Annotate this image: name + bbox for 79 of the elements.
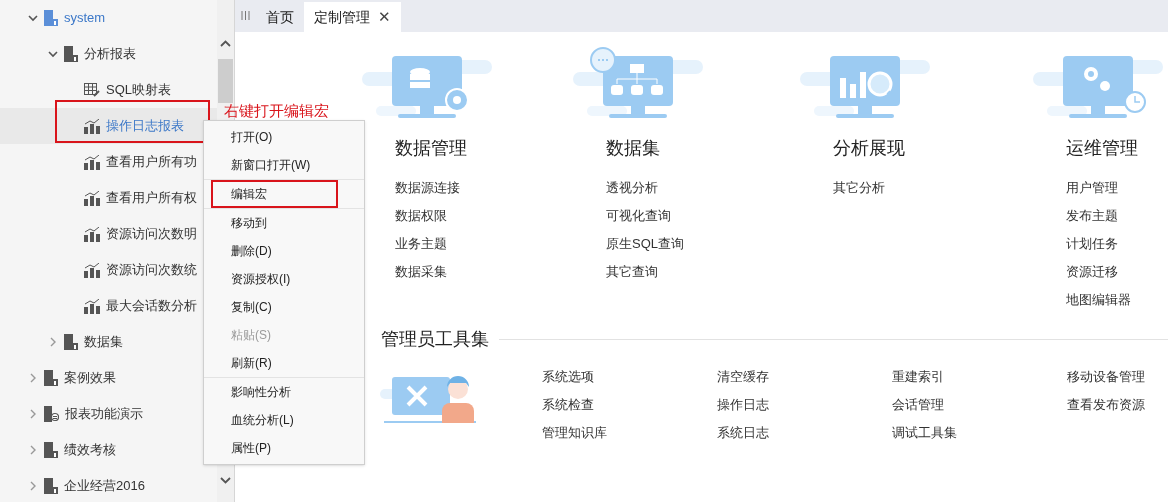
card-link[interactable]: 数据采集: [395, 262, 573, 290]
card-link[interactable]: 发布主题: [1066, 206, 1168, 234]
chevron-down-icon[interactable]: [220, 477, 231, 484]
tree-label: 查看用户所有权: [106, 189, 197, 208]
folder-icon: [44, 478, 58, 494]
tree-label: 数据集: [84, 333, 123, 352]
tool-link[interactable]: 管理知识库: [542, 423, 717, 451]
folder-icon: [44, 370, 58, 386]
chevron-right-icon: [29, 409, 37, 419]
card-link[interactable]: 业务主题: [395, 234, 573, 262]
tool-link[interactable]: 移动设备管理: [1067, 367, 1168, 395]
card-link[interactable]: 计划任务: [1066, 234, 1168, 262]
chevron-up-icon[interactable]: [220, 40, 231, 47]
tree-label: SQL映射表: [106, 81, 171, 100]
folder-icon: [44, 406, 59, 422]
close-icon[interactable]: ✕: [378, 5, 391, 29]
card-link[interactable]: 数据源连接: [395, 178, 573, 206]
tab[interactable]: 首页: [256, 2, 304, 32]
menu-icon[interactable]: [241, 11, 250, 20]
tree-label: 报表功能演示: [65, 405, 143, 424]
tool-link[interactable]: 重建索引: [892, 367, 1067, 395]
tool-link[interactable]: 系统检查: [542, 395, 717, 423]
folder-icon: [64, 46, 78, 62]
tree-item[interactable]: 企业经营2016: [0, 468, 217, 502]
tree-item[interactable]: 分析报表: [0, 36, 217, 72]
tab[interactable]: 定制管理 ✕: [304, 2, 401, 32]
card-link[interactable]: 可视化查询: [606, 206, 800, 234]
card-link[interactable]: 原生SQL查询: [606, 234, 800, 262]
card-link[interactable]: 透视分析: [606, 178, 800, 206]
tree-item[interactable]: 操作日志报表: [0, 108, 217, 144]
tree-label: 分析报表: [84, 45, 136, 64]
card-title: 数据管理: [395, 137, 468, 160]
bar-chart-icon: [84, 298, 100, 314]
bar-chart-icon: [84, 262, 100, 278]
tool-link[interactable]: 操作日志: [717, 395, 892, 423]
tree-item[interactable]: system: [0, 0, 217, 36]
card-title: 数据集: [606, 137, 661, 160]
folder-icon: [44, 442, 58, 458]
chevron-right-icon: [29, 481, 37, 491]
card-link[interactable]: 地图编辑器: [1066, 290, 1168, 318]
table-icon: [84, 83, 100, 97]
bar-chart-icon: [84, 118, 100, 134]
menu-item[interactable]: 编辑宏: [213, 182, 336, 206]
tool-link[interactable]: 清空缓存: [717, 367, 892, 395]
bar-chart-icon: [84, 154, 100, 170]
tree-label: 操作日志报表: [106, 117, 184, 136]
tree-label: 绩效考核: [64, 441, 116, 460]
bar-chart-icon: [84, 190, 100, 206]
card-link[interactable]: 资源迁移: [1066, 262, 1168, 290]
card-title: 分析展现: [833, 137, 906, 160]
tree-item[interactable]: SQL映射表: [0, 72, 217, 108]
chevron-down-icon: [28, 14, 38, 22]
bar-chart-icon: [84, 226, 100, 242]
tree-label: 资源访问次数统: [106, 261, 197, 280]
card-link[interactable]: 其它分析: [833, 178, 1033, 206]
card-link[interactable]: 其它查询: [606, 262, 800, 290]
tree-label: 查看用户所有功: [106, 153, 197, 172]
section-title: 管理员工具集: [381, 328, 489, 351]
annotation-text: 右键打开编辑宏: [224, 101, 329, 121]
chevron-right-icon: [29, 445, 37, 455]
tree-label: system: [64, 9, 106, 28]
tool-link[interactable]: 系统日志: [717, 423, 892, 451]
tool-link[interactable]: 系统选项: [542, 367, 717, 395]
tree-label: 企业经营2016: [64, 477, 145, 496]
tree-label: 案例效果: [64, 369, 116, 388]
folder-icon: [64, 334, 78, 350]
chevron-right-icon: [49, 337, 57, 347]
tool-link[interactable]: 会话管理: [892, 395, 1067, 423]
chevron-right-icon: [29, 373, 37, 383]
folder-icon: [44, 10, 58, 26]
card-link[interactable]: 数据权限: [395, 206, 573, 234]
scrollbar-thumb[interactable]: [218, 59, 233, 103]
tree-label: 最大会话数分析: [106, 297, 197, 316]
tool-link[interactable]: 查看发布资源: [1067, 395, 1168, 423]
tree-label: 资源访问次数明: [106, 225, 197, 244]
card-link[interactable]: 用户管理: [1066, 178, 1168, 206]
chevron-down-icon: [48, 50, 58, 58]
card-title: 运维管理: [1066, 137, 1139, 160]
tool-link[interactable]: 调试工具集: [892, 423, 1067, 451]
